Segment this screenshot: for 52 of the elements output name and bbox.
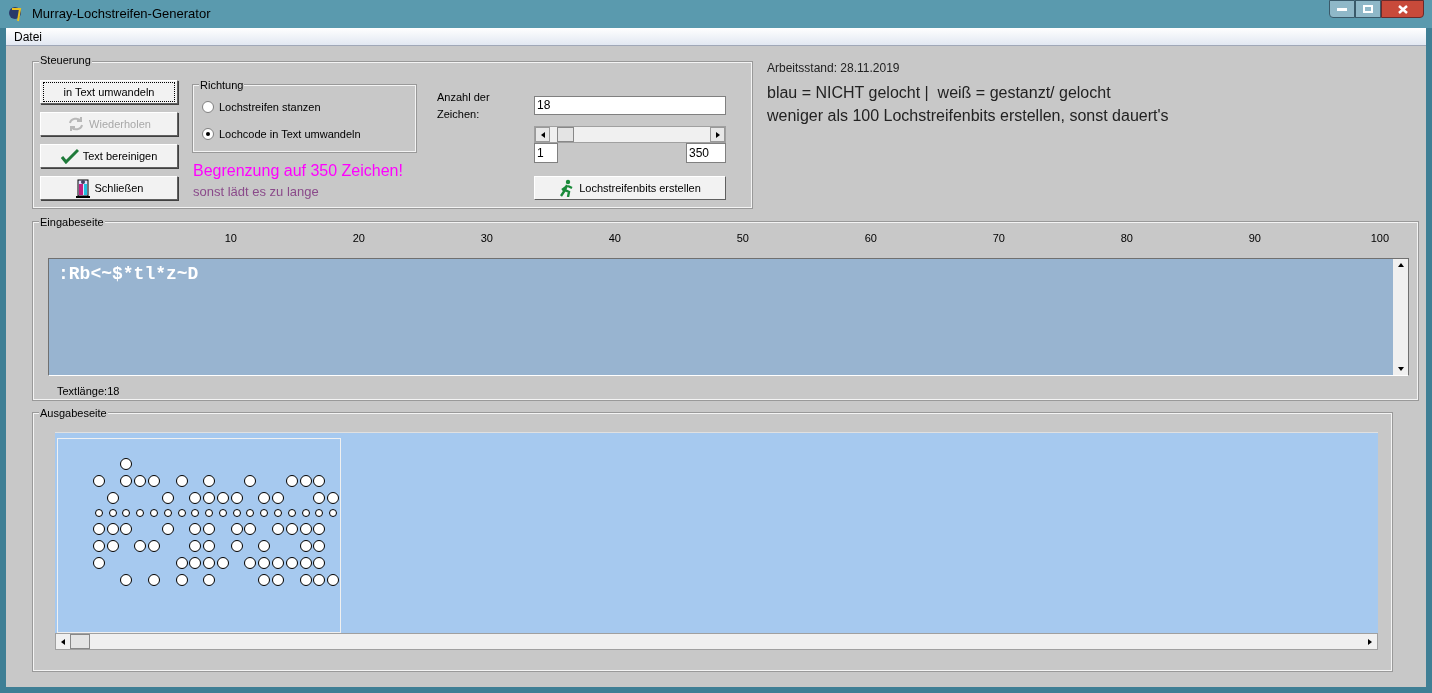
- ruler-mark: 60: [864, 230, 877, 246]
- close-button[interactable]: [1381, 0, 1424, 18]
- menu-item[interactable]: Datei: [14, 27, 42, 46]
- left-arrow-button[interactable]: [535, 127, 550, 142]
- limit-warning: Begrenzung auf 350 Zeichen!: [193, 162, 404, 180]
- ruler-mark: 90: [1248, 230, 1261, 246]
- clean-button[interactable]: Text bereinigen: [40, 144, 178, 168]
- radio-button[interactable]: [202, 127, 214, 140]
- hint-text: weniger als 100 Lochstreifenbits erstellen, sonst dauert's: [767, 107, 1169, 125]
- group-label: Steuerung: [39, 55, 92, 66]
- radio-option[interactable]: Lochcode in Text umwandeln: [202, 125, 415, 142]
- slider-thumb[interactable]: [557, 127, 574, 142]
- radio-option[interactable]: Lochstreifen stanzen: [202, 99, 415, 116]
- version-text: Arbeitsstand: 28.11.2019: [767, 60, 901, 76]
- limit-note: sonst lädt es zu lange: [193, 184, 320, 199]
- ruler-mark: 30: [480, 230, 493, 246]
- max-field[interactable]: 350: [686, 143, 726, 163]
- count-field[interactable]: 18: [534, 96, 726, 115]
- ruler-mark: 40: [608, 230, 621, 246]
- legend-text: blau = NICHT gelocht | weiß = gestanzt/ gelocht: [767, 84, 1112, 102]
- create-bits-button[interactable]: Lochstreifenbits erstellen: [534, 176, 726, 200]
- group-label: Ausgabeseite: [39, 408, 108, 419]
- checkmark-icon: [60, 148, 79, 164]
- left-arrow-icon: [60, 638, 66, 645]
- group-label: Eingabeseite: [39, 217, 105, 228]
- close-button[interactable]: Schließen: [40, 176, 178, 200]
- ruler-mark: 80: [1120, 230, 1133, 246]
- text-length-label: Textlänge:18: [57, 383, 121, 399]
- refresh-icon: [67, 116, 86, 132]
- left-arrow-icon: [539, 131, 546, 138]
- group-label: Richtung: [199, 80, 245, 91]
- convert-button[interactable]: in Text umwandeln: [40, 80, 178, 104]
- window-title: Murray-Lochstreifen-Generator: [32, 5, 211, 24]
- right-arrow-icon: [714, 131, 721, 138]
- count-slider[interactable]: [534, 126, 726, 143]
- min-field[interactable]: 1: [534, 143, 558, 163]
- right-arrow-icon: [1367, 638, 1373, 645]
- radio-button[interactable]: [202, 101, 214, 114]
- maximize-button[interactable]: [1355, 0, 1381, 18]
- ruler-mark: 20: [352, 230, 365, 246]
- horizontal-scrollbar[interactable]: [55, 633, 1378, 650]
- right-arrow-button[interactable]: [710, 127, 725, 142]
- ruler-mark: 50: [736, 230, 749, 246]
- door-figure-icon: [74, 178, 91, 198]
- count-label: Anzahl der Zeichen:: [437, 90, 491, 122]
- ruler-mark: 70: [992, 230, 1005, 246]
- ruler-mark: 100: [1370, 230, 1389, 246]
- scrollbar-thumb[interactable]: [70, 634, 90, 649]
- minimize-button[interactable]: [1329, 0, 1355, 18]
- app-icon: [8, 5, 24, 23]
- close-icon: [1397, 4, 1408, 14]
- ruler-mark: 10: [224, 230, 237, 246]
